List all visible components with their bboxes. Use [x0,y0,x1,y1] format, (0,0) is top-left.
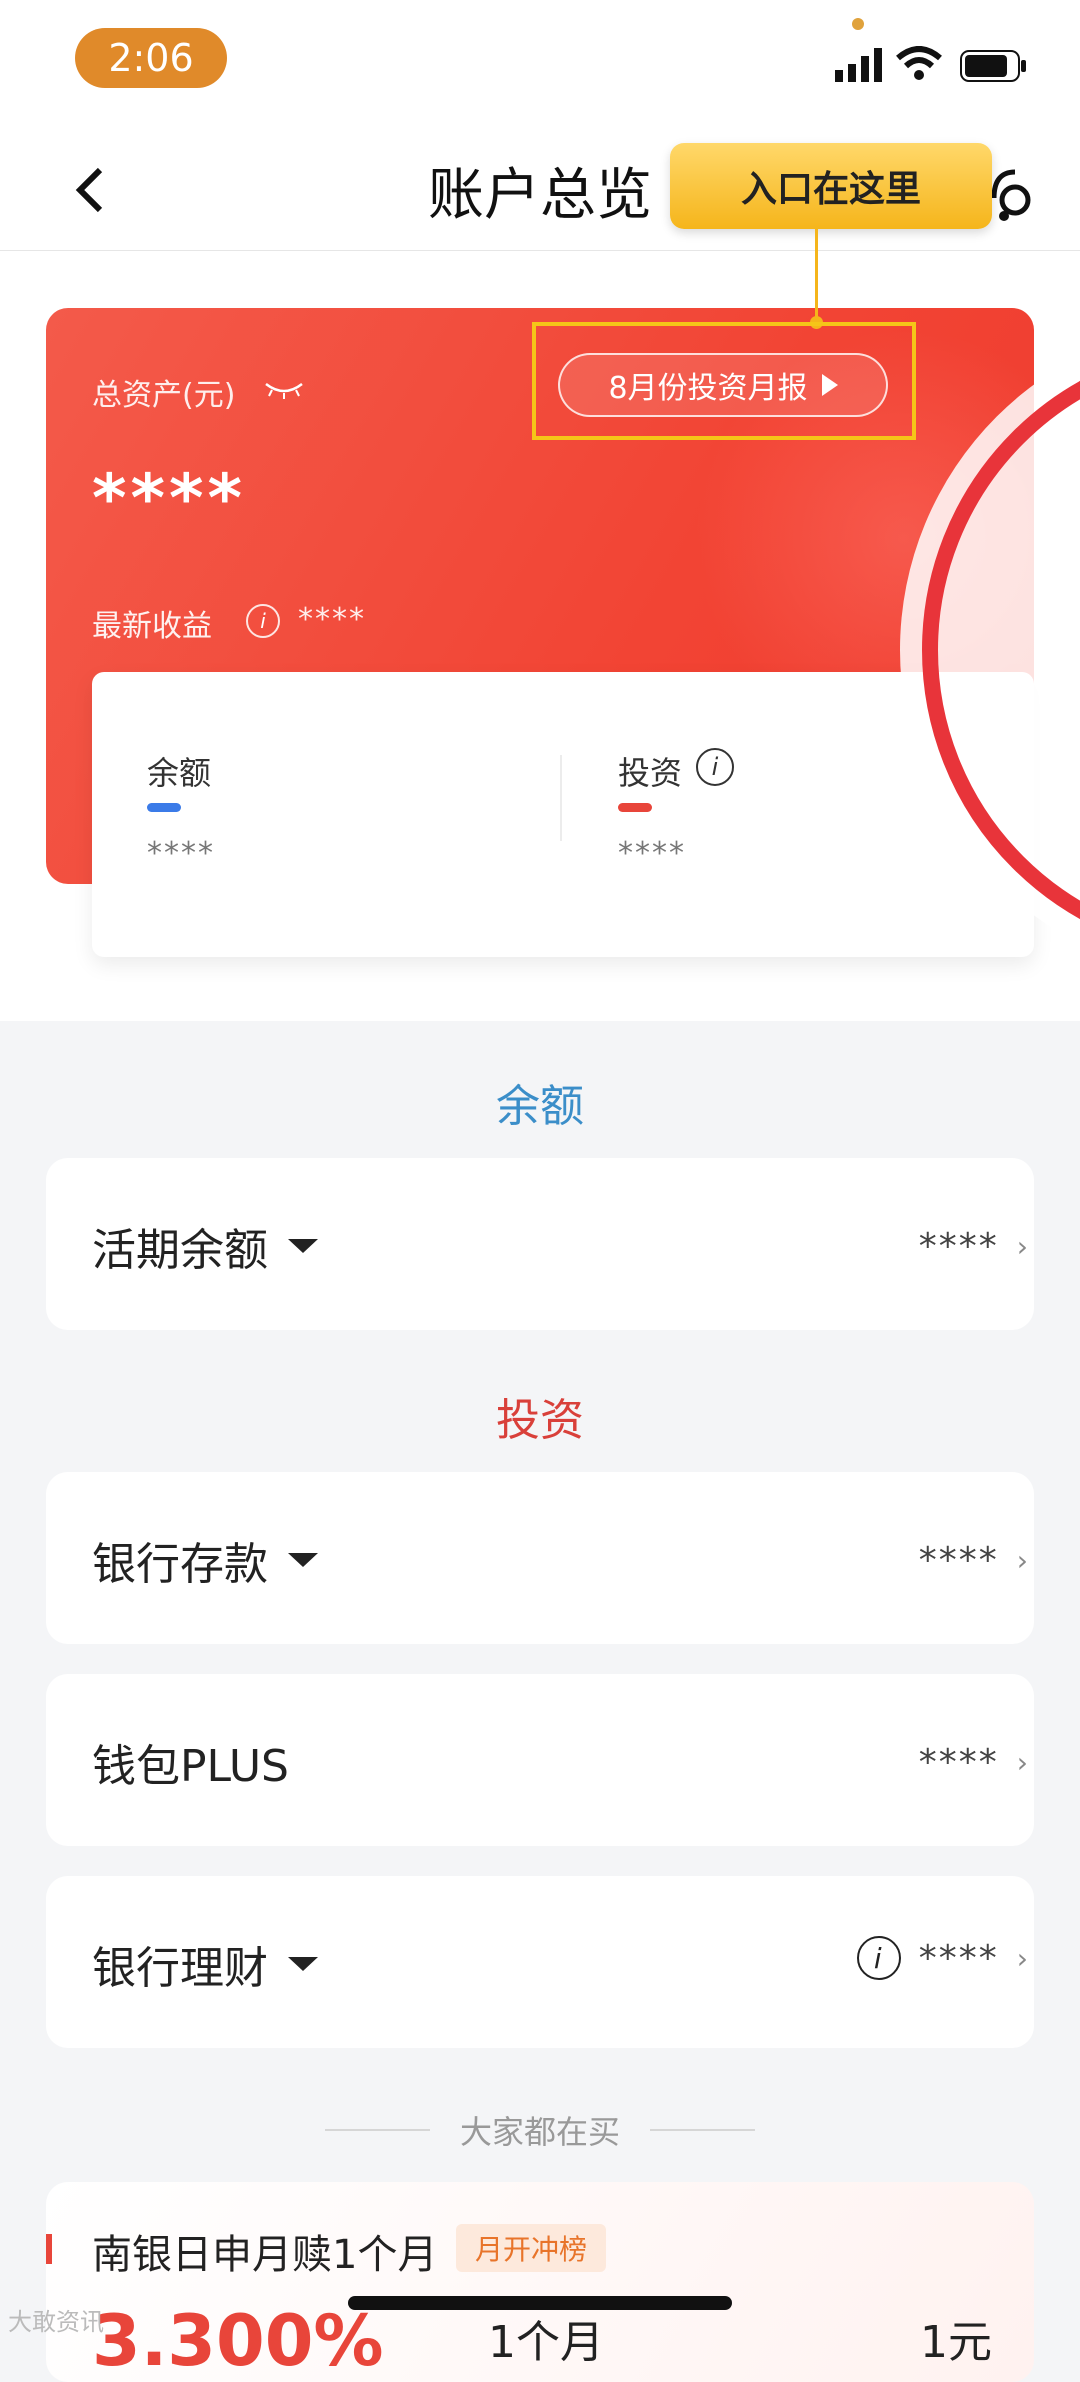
battery-icon [960,50,1026,82]
wallet-plus-value: **** › [918,1742,1030,1783]
divider [560,755,562,841]
wallet-plus-label: 钱包PLUS [92,1741,289,1792]
bank-wealth-value: i **** › [856,1936,1030,1980]
investment-label: 投资 [618,754,683,792]
product-min-amount: 1元 [920,2317,992,2368]
divider [650,2129,755,2131]
caret-down-icon[interactable] [288,1553,318,1567]
balance-legend-bar [147,803,181,812]
chevron-right-icon: › [1016,1746,1030,1779]
section-title-balance: 余额 [496,1081,584,1132]
bank-deposit-label: 银行存款 [92,1528,318,1592]
product-name: 南银日申月赎1个月 [92,2232,438,2278]
report-highlight-box [532,322,916,440]
current-balance-label: 活期余额 [92,1214,318,1278]
bank-deposit-value: **** › [918,1540,1030,1581]
balance-value: **** [147,836,215,871]
product-rate: 3.300% [92,2300,384,2382]
info-icon[interactable]: i [856,1936,901,1980]
chevron-right-icon: › [1016,1941,1030,1975]
bank-wealth-label: 银行理财 [92,1932,318,1996]
product-marker [46,2234,52,2264]
headset-icon[interactable] [990,168,1040,222]
chevron-right-icon: › [1016,1230,1030,1263]
chevron-right-icon: › [1016,1544,1030,1577]
investment-info-icon[interactable]: i [696,748,734,786]
page-title: 账户总览 [428,163,652,228]
watermark: 大敢资讯 [8,2308,104,2336]
total-assets-value: **** [92,460,247,537]
cellular-signal-icon [835,48,882,82]
current-balance-value: **** › [918,1226,1030,1267]
wifi-icon [896,46,942,80]
caret-down-icon[interactable] [288,1957,318,1971]
chevron-left-icon [75,167,103,213]
status-time: 2:06 [75,28,227,88]
latest-yield-value: **** [298,602,366,637]
latest-yield-label: 最新收益 [92,609,212,644]
section-title-investment: 投资 [496,1395,584,1446]
callout-connector [815,229,818,322]
home-indicator[interactable] [348,2296,732,2310]
caret-down-icon[interactable] [288,1239,318,1253]
info-icon[interactable]: i [246,604,280,638]
privacy-indicator-dot [852,18,864,30]
investment-value: **** [618,836,686,871]
back-button[interactable] [60,160,120,220]
product-tag: 月开冲榜 [456,2224,606,2272]
eye-closed-icon[interactable] [264,380,304,400]
balance-label: 余额 [147,754,212,792]
product-term: 1个月 [488,2317,604,2368]
popular-products-heading: 大家都在买 [0,2105,1080,2155]
divider [324,2129,430,2131]
total-assets-label: 总资产(元) [92,378,236,413]
entry-callout: 入口在这里 [670,143,992,229]
investment-legend-bar [618,803,652,812]
